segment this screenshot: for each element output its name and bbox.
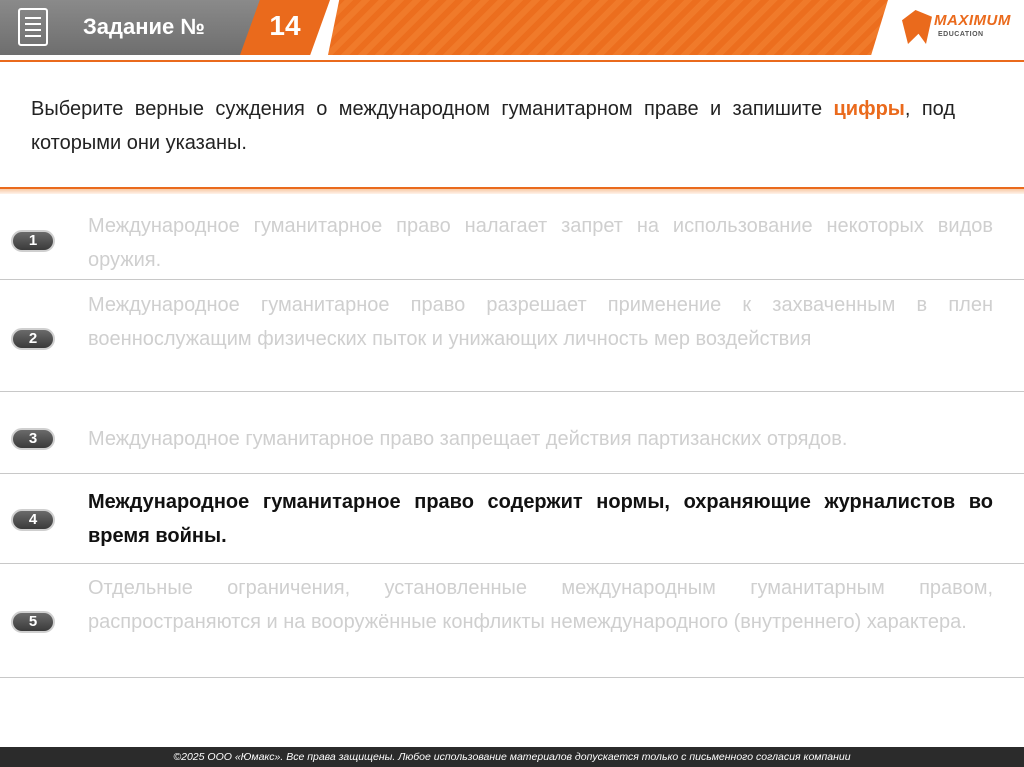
logo-mark-icon: [902, 10, 932, 44]
option-number-badge: 3: [11, 428, 55, 450]
slide-header: Задание № 14 MAXIMUM EDUCATION: [0, 0, 1024, 60]
option-text: Международное гуманитарное право налагае…: [88, 215, 993, 271]
task-number: 14: [269, 10, 301, 41]
option-text: Международное гуманитарное право разреша…: [88, 294, 993, 350]
logo-subtitle: EDUCATION: [938, 31, 984, 38]
option-number-badge: 1: [11, 230, 55, 252]
option-text-correct: Международное гуманитарное право содержи…: [88, 491, 993, 547]
company-logo: MAXIMUM EDUCATION: [898, 6, 1018, 50]
option-1[interactable]: 1 Международное гуманитарное право налаг…: [0, 204, 1024, 280]
header-accent-bar: [328, 0, 888, 55]
option-separator: [0, 279, 1024, 280]
question-divider: [0, 187, 1024, 194]
question-text: Выберите верные суждения о международном…: [31, 92, 955, 160]
task-title: Задание №: [83, 14, 205, 39]
document-icon: [18, 8, 48, 46]
logo-name: MAXIMUM: [934, 12, 1011, 29]
option-2[interactable]: 2 Международное гуманитарное право разре…: [0, 281, 1024, 392]
option-3[interactable]: 3 Международное гуманитарное право запре…: [0, 392, 1024, 474]
option-text: Международное гуманитарное право запреща…: [88, 428, 848, 450]
option-number-badge: 4: [11, 509, 55, 531]
option-text: Отдельные ограничения, установленные меж…: [88, 577, 993, 633]
option-4[interactable]: 4 Международное гуманитарное право содер…: [0, 474, 1024, 564]
option-number-badge: 5: [11, 611, 55, 633]
question-highlight: цифры: [833, 98, 905, 120]
option-5[interactable]: 5 Отдельные ограничения, установленные м…: [0, 564, 1024, 678]
option-number-badge: 2: [11, 328, 55, 350]
copyright-footer: ©2025 ООО «Юмакс». Все права защищены. Л…: [0, 747, 1024, 767]
option-separator: [0, 677, 1024, 678]
header-divider: [0, 60, 1024, 62]
question-part-1: Выберите верные суждения о международном…: [31, 98, 834, 120]
